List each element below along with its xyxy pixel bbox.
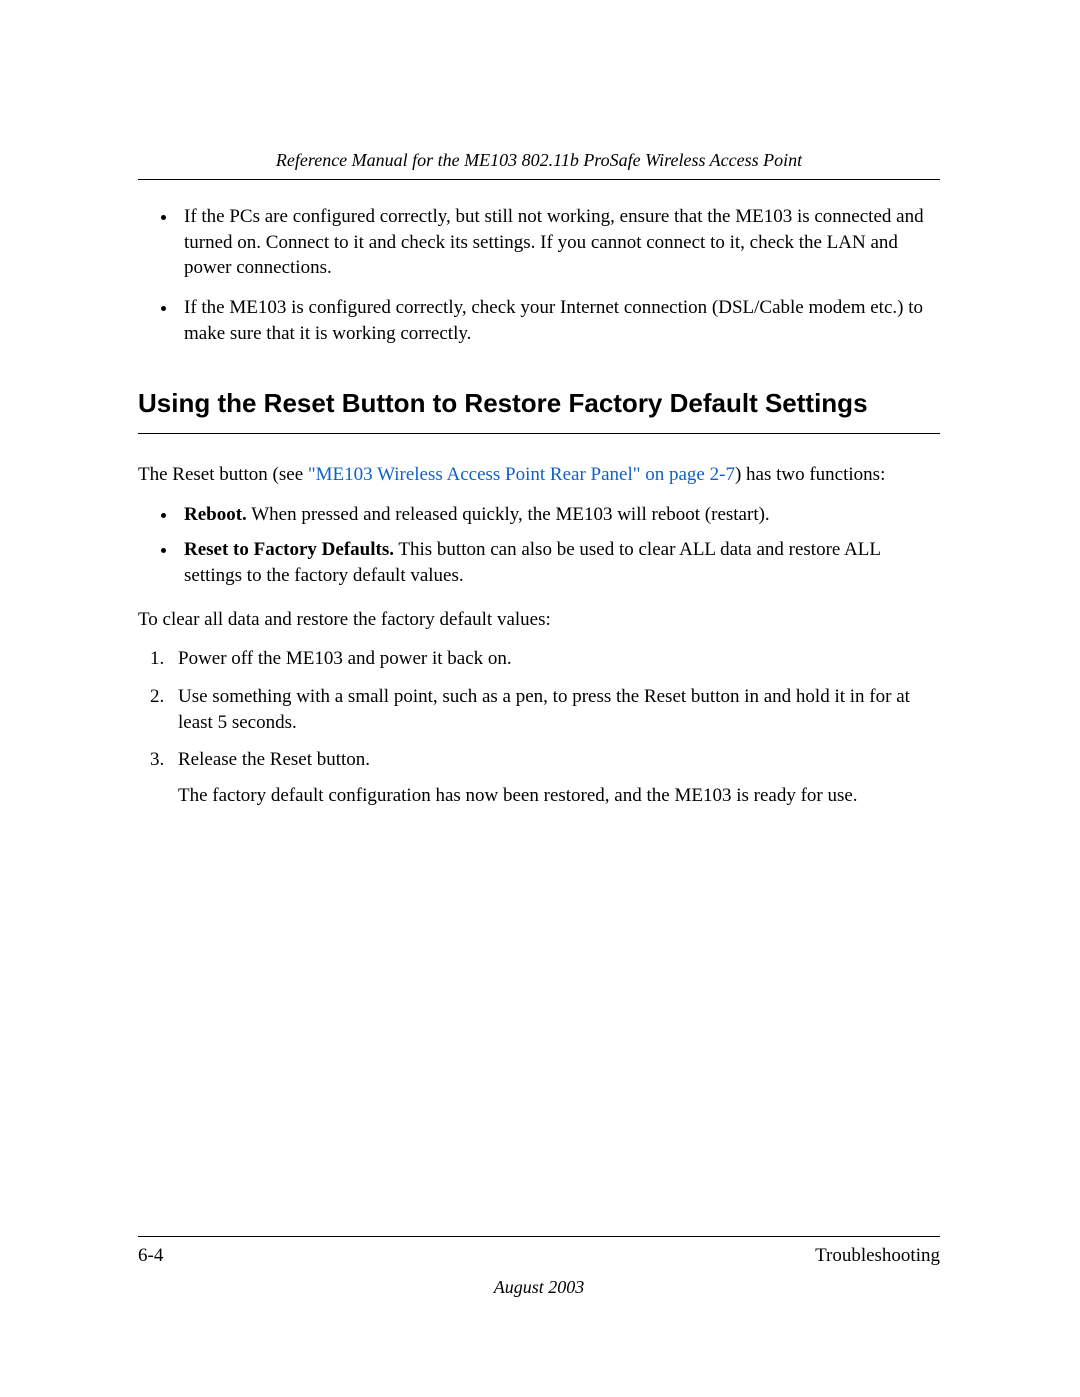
manual-header-title: Reference Manual for the ME103 802.11b P… (138, 150, 940, 180)
list-item: Use something with a small point, such a… (178, 684, 940, 735)
page-body: Reference Manual for the ME103 802.11b P… (138, 150, 940, 821)
function-label: Reset to Factory Defaults. (184, 539, 394, 560)
list-item: If the ME103 is configured correctly, ch… (178, 295, 940, 346)
function-text: When pressed and released quickly, the M… (247, 504, 770, 525)
list-item: Reset to Factory Defaults. This button c… (178, 537, 940, 588)
steps-list: Power off the ME103 and power it back on… (138, 646, 940, 808)
list-item: Reboot. When pressed and released quickl… (178, 502, 940, 528)
page-footer: 6-4 Troubleshooting August 2003 (138, 1236, 940, 1298)
list-item: Power off the ME103 and power it back on… (178, 646, 940, 672)
list-item: Release the Reset button. The factory de… (178, 747, 940, 808)
footer-row: 6-4 Troubleshooting (138, 1245, 940, 1267)
cross-reference-link[interactable]: "ME103 Wireless Access Point Rear Panel"… (308, 464, 735, 485)
function-label: Reboot. (184, 504, 247, 525)
page-number: 6-4 (138, 1245, 163, 1267)
section-intro: The Reset button (see "ME103 Wireless Ac… (138, 462, 940, 488)
footer-date: August 2003 (138, 1277, 940, 1298)
steps-intro: To clear all data and restore the factor… (138, 607, 940, 633)
list-item: If the PCs are configured correctly, but… (178, 204, 940, 281)
functions-list: Reboot. When pressed and released quickl… (138, 502, 940, 589)
step-text: Release the Reset button. (178, 749, 370, 770)
text: The Reset button (see (138, 464, 308, 485)
step-text: Use something with a small point, such a… (178, 686, 910, 733)
step-note: The factory default configuration has no… (178, 783, 940, 809)
intro-bullet-list: If the PCs are configured correctly, but… (138, 204, 940, 346)
section-name: Troubleshooting (815, 1245, 940, 1267)
footer-rule (138, 1236, 940, 1237)
step-text: Power off the ME103 and power it back on… (178, 648, 512, 669)
text: ) has two functions: (735, 464, 885, 485)
section-heading: Using the Reset Button to Restore Factor… (138, 388, 940, 434)
